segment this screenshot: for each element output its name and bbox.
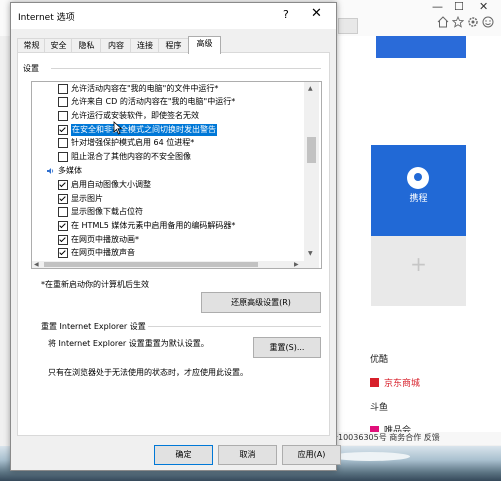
dialog-titlebar[interactable]: Internet 选项 ? ✕ xyxy=(11,3,336,29)
tab-connections[interactable]: 连接 xyxy=(130,38,160,53)
maximize-button[interactable]: ☐ xyxy=(454,0,464,13)
link-douyu[interactable]: 斗鱼 xyxy=(370,400,388,413)
scroll-right-arrow-icon[interactable]: ▶ xyxy=(294,261,299,268)
ok-button[interactable]: 确定 xyxy=(154,445,213,465)
checkbox[interactable] xyxy=(58,152,68,162)
setting-label: 显示图片 xyxy=(71,194,103,203)
smiley-icon[interactable] xyxy=(482,16,494,28)
setting-label: 允许活动内容在"我的电脑"的文件中运行* xyxy=(71,84,219,93)
ctrip-tile-label: 携程 xyxy=(409,194,428,204)
tab-privacy[interactable]: 隐私 xyxy=(71,38,102,53)
tab-advanced[interactable]: 高级 xyxy=(188,36,221,54)
multimedia-category-icon xyxy=(47,168,54,174)
vertical-scroll-thumb[interactable] xyxy=(307,137,316,163)
tab-programs[interactable]: 程序 xyxy=(158,38,189,53)
setting-label: 在安全和非安全模式之间切换时发出警告 xyxy=(71,124,217,136)
reset-description: 将 Internet Explorer 设置重置为默认设置。 xyxy=(48,339,209,348)
settings-group-label: 设置 xyxy=(23,64,39,73)
checkbox-checked[interactable] xyxy=(58,125,68,135)
close-browser-button[interactable]: ✕ xyxy=(479,0,488,13)
setting-label: 允许来自 CD 的活动内容在"我的电脑"中运行* xyxy=(71,97,236,106)
add-tile[interactable]: + xyxy=(371,236,466,306)
internet-options-dialog: Internet 选项 ? ✕ 常规 安全 隐私 内容 连接 程序 高级 设置 … xyxy=(10,2,341,471)
restore-advanced-settings-button[interactable]: 还原高级设置(R) xyxy=(201,292,321,313)
tab-security[interactable]: 安全 xyxy=(44,38,73,53)
vertical-scrollbar[interactable]: ▲ ▼ xyxy=(304,82,319,268)
checkbox[interactable] xyxy=(58,84,68,94)
new-tab-button[interactable] xyxy=(338,18,358,34)
checkbox-checked[interactable] xyxy=(58,248,68,258)
checkbox[interactable] xyxy=(58,97,68,107)
setting-label: 启用自动图像大小调整 xyxy=(71,180,151,189)
restart-note: *在重新启动你的计算机后生效 xyxy=(41,280,149,289)
settings-list[interactable]: 允许活动内容在"我的电脑"的文件中运行* 允许来自 CD 的活动内容在"我的电脑… xyxy=(31,81,322,269)
ctrip-logo-icon xyxy=(407,167,429,189)
reset-divider xyxy=(148,326,321,327)
link-youku[interactable]: 优酷 xyxy=(370,352,388,365)
setting-label: 针对增强保护模式启用 64 位进程* xyxy=(71,138,195,147)
checkbox[interactable] xyxy=(58,111,68,121)
apply-button[interactable]: 应用(A) xyxy=(282,445,341,465)
quick-links: 优酷 京东商城 斗鱼 唯品会 xyxy=(330,342,501,437)
settings-icon[interactable] xyxy=(467,16,479,28)
help-button[interactable]: ? xyxy=(283,8,289,21)
minimize-button[interactable]: — xyxy=(432,0,443,13)
checkbox-checked[interactable] xyxy=(58,221,68,231)
category-label: 多媒体 xyxy=(58,166,82,175)
mouse-cursor-icon xyxy=(113,121,123,135)
scroll-left-arrow-icon[interactable]: ◀ xyxy=(34,261,39,268)
settings-divider xyxy=(51,68,321,69)
checkbox[interactable] xyxy=(58,138,68,148)
setting-label: 允许运行或安装软件，即使签名无效 xyxy=(71,111,199,120)
reset-note: 只有在浏览器处于无法使用的状态时，才应使用此设置。 xyxy=(48,368,248,377)
reset-button[interactable]: 重置(S)... xyxy=(253,337,321,358)
dialog-title: Internet 选项 xyxy=(18,13,75,23)
setting-label: 在 HTML5 媒体元素中启用备用的编码解码器* xyxy=(71,221,236,230)
checkbox-checked[interactable] xyxy=(58,180,68,190)
checkbox-checked[interactable] xyxy=(58,235,68,245)
checkbox-checked[interactable] xyxy=(58,194,68,204)
favorites-icon[interactable] xyxy=(452,16,464,28)
setting-label: 在网页中播放动画* xyxy=(71,235,139,244)
plus-icon: + xyxy=(410,252,427,276)
cancel-button[interactable]: 取消 xyxy=(218,445,277,465)
page-footer: 备10036305号 商务合作 反馈 xyxy=(330,432,501,445)
scroll-up-arrow-icon[interactable]: ▲ xyxy=(308,85,313,92)
close-dialog-button[interactable]: ✕ xyxy=(311,6,322,21)
horizontal-scroll-thumb[interactable] xyxy=(44,262,258,267)
setting-label: 显示图像下载占位符 xyxy=(71,207,143,216)
reset-section-title: 重置 Internet Explorer 设置 xyxy=(41,322,146,331)
jd-logo-icon xyxy=(370,378,379,387)
ctrip-tile[interactable]: 携程 xyxy=(371,145,466,240)
top-tile[interactable] xyxy=(376,36,466,58)
tab-content[interactable]: 内容 xyxy=(100,38,132,53)
checkbox[interactable] xyxy=(58,207,68,217)
home-icon[interactable] xyxy=(437,16,449,28)
link-jd[interactable]: 京东商城 xyxy=(384,376,420,389)
setting-label: 阻止混合了其他内容的不安全图像 xyxy=(71,152,191,161)
tab-general[interactable]: 常规 xyxy=(17,38,46,53)
scroll-down-arrow-icon[interactable]: ▼ xyxy=(308,250,313,257)
setting-label: 在网页中播放声音 xyxy=(71,248,135,257)
